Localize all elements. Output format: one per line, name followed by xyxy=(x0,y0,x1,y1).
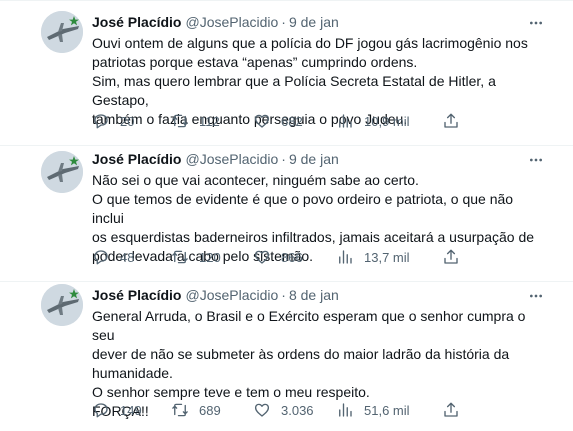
heart-icon xyxy=(254,250,270,264)
tweet-feed: José Placídio @JosePlacidio · 9 de jan Ouvi… xyxy=(0,0,573,431)
more-button[interactable] xyxy=(525,286,547,305)
reply-button[interactable]: 48 xyxy=(92,247,134,267)
author-name[interactable]: José Placídio xyxy=(92,14,181,30)
author-handle[interactable]: @JosePlacidio xyxy=(185,151,278,167)
share-icon xyxy=(444,402,458,417)
tweet-header: José Placídio @JosePlacidio · 9 de jan xyxy=(92,13,547,32)
retweet-count: 689 xyxy=(199,402,221,418)
tweet-header: José Placídio @JosePlacidio · 9 de jan xyxy=(92,150,547,169)
reply-icon xyxy=(94,250,108,265)
view-count: 13,7 mil xyxy=(364,249,410,265)
author-handle[interactable]: @JosePlacidio xyxy=(185,14,278,30)
separator: · xyxy=(281,287,286,303)
reply-button[interactable]: 20 xyxy=(92,111,134,131)
separator: · xyxy=(281,14,286,30)
retweet-icon xyxy=(172,250,188,264)
view-count: 10,9 mil xyxy=(364,113,410,129)
retweet-button[interactable]: 120 xyxy=(171,247,221,267)
views-button[interactable]: 10,9 mil xyxy=(336,111,410,131)
more-icon xyxy=(530,158,542,161)
tweet-date[interactable]: 9 de jan xyxy=(289,151,339,167)
share-icon xyxy=(444,113,458,128)
reply-icon xyxy=(94,114,108,129)
like-button[interactable]: 682 xyxy=(253,111,303,131)
like-button[interactable]: 866 xyxy=(253,247,303,267)
tweet-actions: 20 112 682 10,9 mil xyxy=(92,111,472,131)
tweet-date[interactable]: 9 de jan xyxy=(289,14,339,30)
like-count: 866 xyxy=(281,249,303,265)
reply-count: 149 xyxy=(120,402,142,418)
author-name[interactable]: José Placídio xyxy=(92,287,181,303)
share-button[interactable] xyxy=(442,247,460,267)
reply-button[interactable]: 149 xyxy=(92,400,142,420)
avatar[interactable] xyxy=(41,11,83,53)
tweet-actions: 48 120 866 13,7 mil xyxy=(92,247,472,267)
share-button[interactable] xyxy=(442,400,460,420)
views-icon xyxy=(339,403,352,417)
retweet-count: 112 xyxy=(199,113,220,129)
retweet-icon xyxy=(172,114,188,128)
separator: · xyxy=(281,151,286,167)
retweet-button[interactable]: 689 xyxy=(171,400,221,420)
reply-icon xyxy=(94,403,108,418)
more-button[interactable] xyxy=(525,150,547,169)
views-icon xyxy=(339,250,352,264)
more-button[interactable] xyxy=(525,13,547,32)
retweet-button[interactable]: 112 xyxy=(171,111,220,131)
tweet[interactable]: José Placídio @JosePlacidio · 9 de jan Ouvi… xyxy=(0,0,573,146)
reply-count: 20 xyxy=(120,113,135,129)
heart-icon xyxy=(254,403,270,417)
avatar[interactable] xyxy=(41,151,83,193)
more-icon xyxy=(530,21,542,24)
avatar-image xyxy=(41,11,83,53)
author-name[interactable]: José Placídio xyxy=(92,151,181,167)
heart-icon xyxy=(254,114,270,128)
avatar-image xyxy=(41,151,83,193)
tweet-actions: 149 689 3.036 51,6 mil xyxy=(92,400,472,420)
like-count: 3.036 xyxy=(281,402,314,418)
retweet-icon xyxy=(172,403,188,417)
retweet-count: 120 xyxy=(199,249,221,265)
avatar[interactable] xyxy=(41,284,83,326)
author-handle[interactable]: @JosePlacidio xyxy=(185,287,278,303)
views-icon xyxy=(339,114,352,128)
like-count: 682 xyxy=(281,113,303,129)
share-button[interactable] xyxy=(442,111,460,131)
tweet-header: José Placídio @JosePlacidio · 8 de jan xyxy=(92,286,547,305)
views-button[interactable]: 51,6 mil xyxy=(336,400,410,420)
view-count: 51,6 mil xyxy=(364,402,410,418)
views-button[interactable]: 13,7 mil xyxy=(336,247,410,267)
avatar-image xyxy=(41,284,83,326)
more-icon xyxy=(530,294,542,297)
like-button[interactable]: 3.036 xyxy=(253,400,314,420)
share-icon xyxy=(444,249,458,264)
tweet-date[interactable]: 8 de jan xyxy=(289,287,339,303)
reply-count: 48 xyxy=(120,249,135,265)
tweet[interactable]: José Placídio @JosePlacidio · 8 de jan Gene… xyxy=(0,282,573,431)
tweet[interactable]: José Placídio @JosePlacidio · 9 de jan Não … xyxy=(0,146,573,282)
